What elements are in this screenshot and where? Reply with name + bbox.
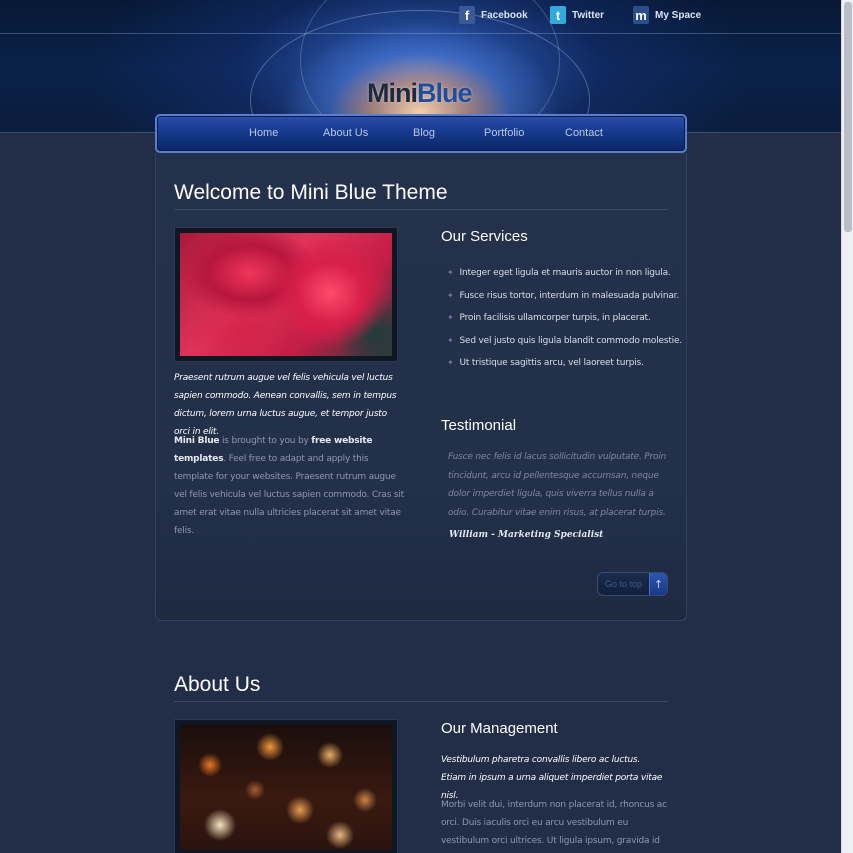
social-label: Twitter: [572, 9, 605, 21]
welcome-photo-frame: [174, 227, 398, 362]
bullet-icon: ✦: [447, 335, 454, 345]
bullet-icon: ✦: [447, 268, 454, 278]
service-text: Fusce risus tortor, interdum in malesuad…: [459, 290, 680, 301]
scrollbar-thumb[interactable]: [844, 2, 852, 232]
arrow-up-icon: ↑: [649, 573, 667, 595]
welcome-body: Mini Blue is brought to you by free webs…: [174, 432, 404, 540]
services-title: Our Services: [441, 228, 528, 245]
list-item: ✦ Sed vel justo quis ligula blandit commo…: [447, 330, 682, 353]
testimonial-quote: Fusce nec felis id lacus sollicitudin vu…: [448, 452, 667, 518]
social-label: My Space: [655, 9, 702, 21]
title-divider: [174, 209, 668, 210]
nav-item-about-us[interactable]: About Us: [323, 127, 368, 139]
social-label: Facebook: [481, 9, 528, 21]
flower-photo: [180, 233, 392, 356]
about-photo-frame: [174, 719, 398, 853]
social-link-myspace[interactable]: m My Space: [633, 6, 701, 24]
welcome-lead: Praesent rutrum augue vel felis vehicula…: [174, 373, 397, 437]
brand-name: Mini Blue: [174, 436, 220, 446]
service-text: Ut tristique sagittis arcu, vel laoreet …: [459, 358, 644, 369]
site-logo[interactable]: MiniBlue: [367, 78, 473, 109]
logo-part-blue: Blue: [417, 78, 473, 108]
page-scrollbar[interactable]: [841, 0, 853, 853]
testimonial-title: Testimonial: [441, 417, 517, 434]
bokeh-photo: [180, 725, 392, 850]
service-text: Integer eget ligula et mauris auctor in …: [459, 268, 671, 279]
nav-item-blog[interactable]: Blog: [413, 127, 435, 139]
nav-item-home[interactable]: Home: [249, 127, 278, 139]
services-list: ✦ Integer eget ligula et mauris auctor in…: [447, 262, 682, 375]
body-text-part: . Feel free to adapt and apply this temp…: [174, 454, 405, 536]
social-link-twitter[interactable]: t Twitter: [550, 6, 604, 24]
title-divider: [174, 701, 668, 702]
service-text: Sed vel justo quis ligula blandit commod…: [459, 335, 683, 346]
management-title: Our Management: [441, 720, 558, 737]
service-text: Proin facilisis ullamcorper turpis, in p…: [459, 313, 651, 324]
social-link-facebook[interactable]: f Facebook: [459, 6, 528, 24]
body-text-part: is brought to you by: [219, 436, 312, 446]
go-to-top-label: Go to top: [604, 579, 643, 589]
nav-item-contact[interactable]: Contact: [565, 127, 603, 139]
testimonial-author: William - Marketing Specialist: [449, 530, 604, 540]
facebook-icon: f: [459, 6, 475, 24]
list-item: ✦ Fusce risus tortor, interdum in malesua…: [447, 285, 682, 308]
management-body: Morbi velit dui, interdum non placerat i…: [441, 800, 667, 846]
nav-item-portfolio[interactable]: Portfolio: [484, 127, 524, 139]
logo-part-mini: Mini: [367, 78, 418, 108]
main-nav: Home About Us Blog Portfolio Contact: [155, 114, 687, 153]
bullet-icon: ✦: [447, 358, 454, 368]
about-title: About Us: [174, 673, 261, 696]
list-item: ✦ Integer eget ligula et mauris auctor in…: [447, 262, 682, 285]
bullet-icon: ✦: [447, 290, 454, 300]
bullet-icon: ✦: [447, 313, 454, 323]
twitter-icon: t: [550, 6, 566, 24]
list-item: ✦ Proin facilisis ullamcorper turpis, in …: [447, 307, 682, 330]
list-item: ✦ Ut tristique sagittis arcu, vel laoreet…: [447, 352, 682, 375]
myspace-icon: m: [633, 6, 649, 24]
go-to-top-button[interactable]: Go to top ↑: [597, 572, 668, 596]
header-divider: [0, 33, 841, 34]
welcome-title: Welcome to Mini Blue Theme: [174, 181, 448, 204]
